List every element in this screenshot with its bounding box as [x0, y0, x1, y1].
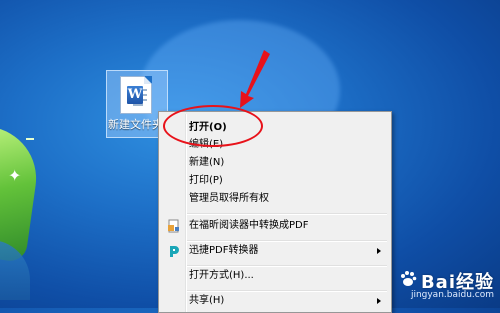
menu-item-print[interactable]: 打印(P): [161, 171, 389, 191]
wallpaper-highlight: [26, 138, 34, 140]
menu-item-label: 共享(H): [189, 295, 225, 306]
menu-item-share[interactable]: 共享(H): [161, 291, 389, 311]
watermark-url: jingyan.baidu.com: [410, 290, 494, 300]
foxit-pdf-icon: [168, 219, 179, 233]
annotation-red-arrow-icon: [240, 50, 270, 108]
baidu-jingyan-watermark: Bai经验 jingyan.baidu.com: [359, 268, 494, 304]
menu-item-xunjie-pdf-converter[interactable]: 迅捷PDF转换器: [161, 241, 389, 261]
butterfly-icon: ✦: [8, 166, 22, 185]
menu-item-label: 打印(P): [189, 175, 223, 186]
menu-item-label: 管理员取得所有权: [189, 193, 269, 204]
word-w-badge: W: [127, 86, 143, 104]
menu-item-foxit-convert-pdf[interactable]: 在福昕阅读器中转换成PDF: [161, 216, 389, 236]
menu-item-open-with[interactable]: 打开方式(H)...: [161, 266, 389, 286]
menu-item-new[interactable]: 新建(N): [161, 153, 389, 173]
word-document-icon: W: [120, 76, 152, 114]
menu-item-label: 在福昕阅读器中转换成PDF: [189, 220, 309, 231]
submenu-arrow-icon: [377, 248, 381, 254]
annotation-red-ellipse: [163, 105, 263, 147]
menu-item-label: 新建(N): [189, 157, 225, 168]
menu-separator: [187, 213, 387, 214]
baidu-paw-icon: [401, 271, 417, 286]
menu-item-label: 迅捷PDF转换器: [189, 245, 259, 256]
menu-item-take-ownership[interactable]: 管理员取得所有权: [161, 189, 389, 209]
xunjie-pdf-icon: [170, 246, 179, 257]
menu-item-label: 打开方式(H)...: [189, 270, 254, 281]
